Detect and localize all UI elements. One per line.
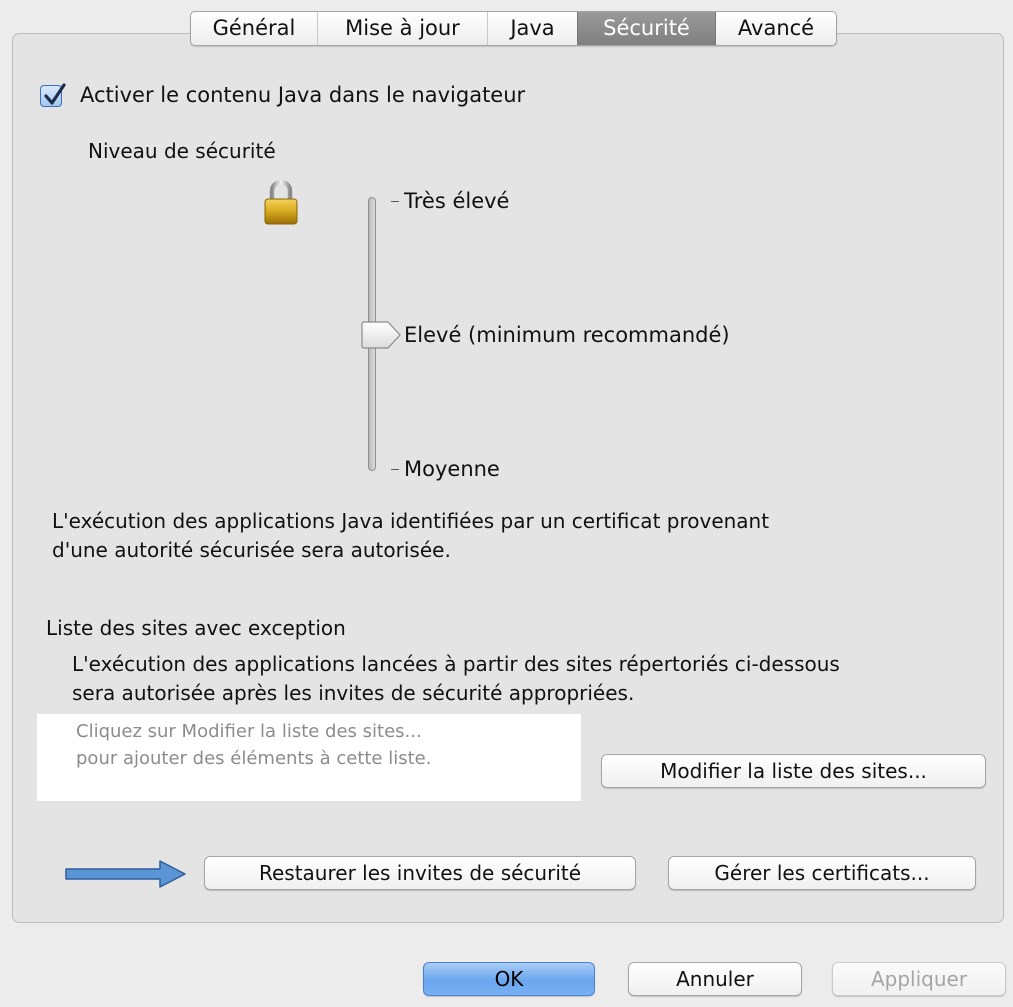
tick-mark (391, 201, 399, 202)
enable-java-checkbox[interactable] (40, 83, 66, 107)
enable-java-label[interactable]: Activer le contenu Java dans le navigate… (80, 83, 525, 107)
security-level-slider-thumb[interactable] (359, 320, 403, 350)
security-level-description: L'exécution des applications Java identi… (52, 509, 770, 533)
ok-button[interactable]: OK (423, 962, 595, 996)
tick-mark (391, 469, 399, 470)
level-very-high-label[interactable]: Très élevé (404, 189, 509, 213)
tab-update[interactable]: Mise à jour (317, 12, 487, 45)
restore-security-prompts-button[interactable]: Restaurer les invites de sécurité (204, 856, 636, 890)
exception-sites-description: L'exécution des applications lancées à p… (72, 652, 840, 676)
level-medium-label[interactable]: Moyenne (404, 457, 500, 481)
cancel-button[interactable]: Annuler (628, 962, 802, 996)
security-level-description-line2: d'une autorité sécurisée sera autorisée. (52, 538, 451, 562)
tab-advanced[interactable]: Avancé (715, 12, 836, 45)
security-level-heading: Niveau de sécurité (88, 139, 276, 163)
site-list-empty-hint: Cliquez sur Modifier la liste des sites.… (76, 721, 422, 742)
manage-certificates-button[interactable]: Gérer les certificats... (668, 856, 976, 890)
tab-bar: Général Mise à jour Java Sécurité Avancé (190, 11, 837, 46)
tab-general[interactable]: Général (191, 12, 317, 45)
exception-sites-description-line2: sera autorisée après les invites de sécu… (72, 681, 635, 705)
tab-security[interactable]: Sécurité (577, 12, 715, 45)
site-list-empty-hint-line2: pour ajouter des éléments à cette liste. (76, 748, 432, 769)
annotation-arrow-icon (65, 860, 186, 888)
apply-button[interactable]: Appliquer (832, 962, 1006, 996)
tab-java[interactable]: Java (487, 12, 577, 45)
level-high-label[interactable]: Elevé (minimum recommandé) (404, 323, 730, 347)
edit-site-list-button[interactable]: Modifier la liste des sites... (601, 754, 986, 788)
exception-site-list[interactable]: Cliquez sur Modifier la liste des sites.… (37, 714, 581, 801)
exception-sites-heading: Liste des sites avec exception (46, 616, 346, 640)
padlock-icon (264, 179, 298, 225)
checkmark-icon (44, 83, 66, 105)
